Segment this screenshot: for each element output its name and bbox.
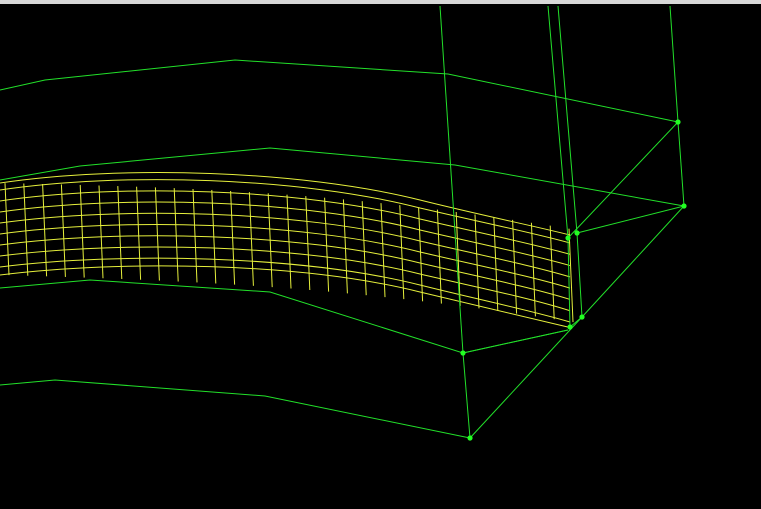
mesh-fiber-line bbox=[0, 246, 571, 312]
vertex-point[interactable] bbox=[565, 235, 571, 241]
vertex-point[interactable] bbox=[681, 203, 687, 209]
mesh-grid-line bbox=[98, 185, 104, 279]
mesh-grid-line bbox=[380, 203, 386, 298]
mesh-grid-line bbox=[493, 217, 499, 311]
mesh-grid-line bbox=[530, 222, 536, 317]
edge-corner-b bbox=[576, 232, 583, 318]
edge-diag-top bbox=[567, 121, 679, 239]
mesh-grid-line bbox=[399, 205, 405, 300]
mesh-grid-line bbox=[60, 184, 66, 277]
edge-vertical-left bbox=[439, 5, 464, 354]
mesh-grid-line bbox=[117, 186, 123, 279]
vertex-point[interactable] bbox=[567, 324, 573, 330]
mesh-grid-line bbox=[474, 214, 480, 309]
edge-diag-top-b bbox=[576, 205, 685, 234]
surface-mesh bbox=[0, 172, 574, 329]
edge-bottom-curve bbox=[0, 379, 471, 439]
edge-low-curve bbox=[0, 279, 569, 354]
vertex-point[interactable] bbox=[574, 230, 580, 236]
mesh-grid-line bbox=[512, 219, 518, 314]
mesh-grid-line bbox=[154, 187, 160, 281]
vertex-point[interactable] bbox=[675, 119, 681, 125]
vertex-point[interactable] bbox=[579, 314, 585, 320]
vertex-point[interactable] bbox=[467, 435, 473, 441]
3d-viewport[interactable] bbox=[0, 0, 761, 509]
edge-diag-lowest bbox=[469, 316, 583, 439]
wireframe-scene[interactable] bbox=[0, 0, 761, 509]
vertex-point[interactable] bbox=[460, 350, 466, 356]
edge-diag-bottom bbox=[581, 205, 685, 318]
geometry-edges bbox=[0, 5, 685, 439]
mesh-grid-line bbox=[418, 207, 424, 302]
mesh-grid-line bbox=[361, 201, 367, 296]
mesh-grid-line bbox=[342, 199, 348, 294]
edge-mid-curve bbox=[0, 147, 685, 207]
edge-vertical-right bbox=[669, 5, 679, 123]
edge-vertical-right-lower bbox=[677, 121, 685, 207]
edge-upper-curve bbox=[0, 59, 679, 123]
edge-vertical-mid-a bbox=[547, 5, 569, 239]
mesh-grid-line bbox=[4, 183, 10, 276]
mesh-grid-line bbox=[79, 184, 85, 278]
edge-vertical-mid-b bbox=[557, 5, 578, 234]
edge-vertical-left-lower bbox=[462, 352, 471, 439]
